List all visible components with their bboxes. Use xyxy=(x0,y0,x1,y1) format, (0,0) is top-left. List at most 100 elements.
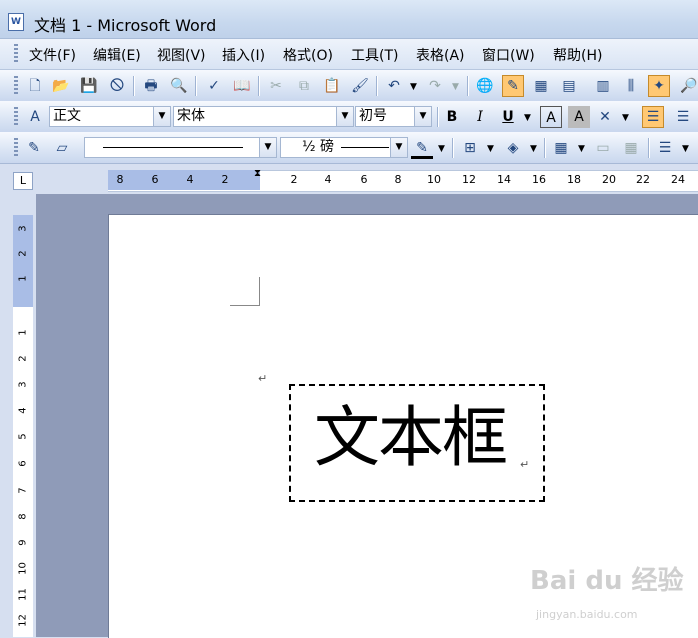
print-preview-icon[interactable]: 🔍 xyxy=(168,75,190,97)
chevron-down-icon[interactable]: ▼ xyxy=(153,107,170,126)
new-document-icon[interactable]: 🗋 xyxy=(24,75,46,97)
split-cells-icon[interactable]: ▦ xyxy=(620,137,642,159)
insert-table-icon[interactable]: ▦ xyxy=(530,75,552,97)
chevron-down-icon[interactable]: ▼ xyxy=(336,107,353,126)
menu-edit[interactable]: 编辑(E) xyxy=(93,45,141,65)
italic-button[interactable]: I xyxy=(469,106,491,128)
ruler-tick: 4 xyxy=(324,173,332,186)
redo-dropdown-icon[interactable]: ▼ xyxy=(452,82,459,92)
spelling-icon[interactable]: ✓ xyxy=(203,75,225,97)
underline-button[interactable]: U xyxy=(497,106,519,128)
paste-icon[interactable]: 📋 xyxy=(321,75,343,97)
indent-marker-icon[interactable]: ⧗ xyxy=(254,168,261,179)
show-hide-icon[interactable]: 🔎 xyxy=(678,75,698,97)
tables-borders-icon[interactable]: ✎ xyxy=(502,75,524,97)
border-color-dropdown-icon[interactable]: ▼ xyxy=(438,144,445,154)
toolbar-grip-icon[interactable] xyxy=(14,138,18,158)
chevron-down-icon[interactable]: ▼ xyxy=(390,138,407,157)
ruler-tick: 2 xyxy=(17,355,29,362)
copy-icon[interactable]: ⧉ xyxy=(293,75,315,97)
ruler-tick: 16 xyxy=(532,173,546,186)
ruler-tick: 1 xyxy=(17,275,29,282)
underline-dropdown-icon[interactable]: ▼ xyxy=(524,113,531,123)
align-cell-icon[interactable]: ☰ xyxy=(654,137,676,159)
insert-table-icon[interactable]: ▦ xyxy=(550,137,572,159)
format-painter-icon[interactable]: 🖌 xyxy=(349,75,371,97)
redo-icon[interactable]: ↷ xyxy=(424,75,446,97)
ruler-tick: 4 xyxy=(17,407,29,414)
chevron-down-icon[interactable]: ▼ xyxy=(259,138,276,157)
border-dropdown-icon[interactable]: ▼ xyxy=(487,144,494,154)
styles-formatting-icon[interactable]: A xyxy=(24,106,46,128)
align-cell-dropdown-icon[interactable]: ▼ xyxy=(682,144,689,154)
font-size-select[interactable]: 初号 ▼ xyxy=(355,106,432,127)
border-color-icon[interactable]: ✎ xyxy=(411,137,433,159)
align-center-icon[interactable]: ☰ xyxy=(672,106,694,128)
text-box-content[interactable]: 文本框 xyxy=(314,398,508,478)
menu-file[interactable]: 文件(F) xyxy=(29,45,76,65)
menu-view[interactable]: 视图(V) xyxy=(157,45,206,65)
line-weight-value: ½ 磅 xyxy=(302,139,335,155)
shading-dropdown-icon[interactable]: ▼ xyxy=(530,144,537,154)
menu-help[interactable]: 帮助(H) xyxy=(553,45,602,65)
permission-icon[interactable]: 🛇 xyxy=(106,75,128,97)
ruler-tick: 12 xyxy=(462,173,476,186)
insert-table-dropdown-icon[interactable]: ▼ xyxy=(578,144,585,154)
ruler-tick: 2 xyxy=(221,173,229,186)
bold-button[interactable]: B xyxy=(441,106,463,128)
menu-tools[interactable]: 工具(T) xyxy=(351,45,398,65)
style-select[interactable]: 正文 ▼ xyxy=(49,106,171,127)
ruler-tick: 7 xyxy=(17,487,29,494)
vertical-ruler-ticks: 3 2 1 1 2 3 4 5 6 7 8 9 10 11 12 xyxy=(13,215,33,637)
window-title: 文档 1 - Microsoft Word xyxy=(34,16,217,35)
margin-corner-mark xyxy=(230,305,260,306)
menubar-grip-icon[interactable] xyxy=(14,44,18,64)
columns-icon[interactable]: ▥ xyxy=(592,75,614,97)
font-select[interactable]: 宋体 ▼ xyxy=(173,106,354,127)
style-select-value: 正文 xyxy=(53,108,81,124)
tab-selector[interactable]: L xyxy=(13,172,33,190)
eraser-icon[interactable]: ▱ xyxy=(51,137,73,159)
ruler-tick: 11 xyxy=(17,588,29,601)
scaling-dropdown-icon[interactable]: ▼ xyxy=(622,113,629,123)
save-icon[interactable]: 💾 xyxy=(78,75,100,97)
baidu-watermark-url: jingyan.baidu.com xyxy=(536,608,638,621)
align-justify-icon[interactable]: ☰ xyxy=(642,106,664,128)
ruler-tick: 8 xyxy=(394,173,402,186)
menu-format[interactable]: 格式(O) xyxy=(283,45,333,65)
standard-toolbar: 🗋 📂 💾 🛇 🖶 🔍 ✓ 📖 ✂ ⧉ 📋 🖌 ↶ ▼ ↷ ▼ 🌐 ✎ ▦ ▤ … xyxy=(0,70,698,102)
research-icon[interactable]: 📖 xyxy=(231,75,253,97)
undo-dropdown-icon[interactable]: ▼ xyxy=(410,82,417,92)
ruler-tick: 6 xyxy=(360,173,368,186)
insert-excel-icon[interactable]: ▤ xyxy=(558,75,580,97)
paragraph-mark: ↵ xyxy=(520,458,530,471)
outside-border-icon[interactable]: ⊞ xyxy=(459,137,481,159)
merge-cells-icon[interactable]: ▭ xyxy=(592,137,614,159)
open-folder-icon[interactable]: 📂 xyxy=(50,75,72,97)
print-icon[interactable]: 🖶 xyxy=(140,75,162,97)
draw-table-icon[interactable]: ✎ xyxy=(23,137,45,159)
menu-window[interactable]: 窗口(W) xyxy=(482,45,535,65)
drawing-icon[interactable]: ⫼ xyxy=(620,75,642,97)
horizontal-ruler-ticks: 8 6 4 2 2 4 6 8 10 12 14 16 18 20 22 24 xyxy=(108,170,698,190)
character-border-icon[interactable]: A xyxy=(540,106,562,128)
ruler-tick: 10 xyxy=(427,173,441,186)
menu-insert[interactable]: 插入(I) xyxy=(222,45,265,65)
ruler-tick: 4 xyxy=(186,173,194,186)
chevron-down-icon[interactable]: ▼ xyxy=(414,107,431,126)
undo-icon[interactable]: ↶ xyxy=(383,75,405,97)
line-style-select[interactable]: ▼ xyxy=(84,137,277,158)
toolbar-grip-icon[interactable] xyxy=(14,76,18,96)
shading-color-icon[interactable]: ◈ xyxy=(502,137,524,159)
document-map-icon[interactable]: ✦ xyxy=(648,75,670,97)
line-weight-select[interactable]: ½ 磅 ▼ xyxy=(280,137,408,158)
hyperlink-icon[interactable]: 🌐 xyxy=(474,75,496,97)
character-shading-icon[interactable]: A xyxy=(568,106,590,128)
character-scaling-icon[interactable]: ✕ xyxy=(594,106,616,128)
ruler-tick: 5 xyxy=(17,433,29,440)
cut-icon[interactable]: ✂ xyxy=(265,75,287,97)
menu-table[interactable]: 表格(A) xyxy=(416,45,465,65)
toolbar-separator xyxy=(452,138,454,158)
toolbar-grip-icon[interactable] xyxy=(14,107,18,127)
word-app-icon[interactable]: W xyxy=(8,13,24,31)
